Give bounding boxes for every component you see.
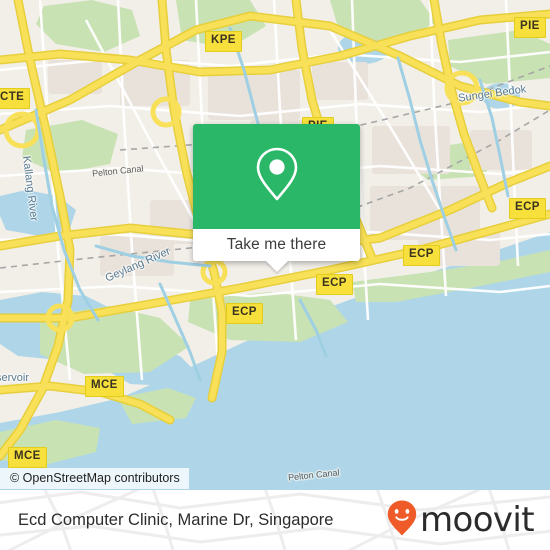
bottom-info-bar: Ecd Computer Clinic, Marine Dr, Singapor… bbox=[0, 490, 550, 550]
highway-shield-ecp-1: ECP bbox=[509, 198, 546, 219]
popup-pointer-tail bbox=[265, 261, 288, 272]
popup-pin-panel bbox=[193, 124, 360, 229]
popup-cta-panel[interactable]: Take me there bbox=[193, 229, 360, 261]
highway-shield-mce-2: MCE bbox=[8, 447, 47, 468]
highway-shield-ecp-3: ECP bbox=[316, 274, 353, 295]
moovit-wordmark: moovit bbox=[419, 500, 535, 540]
highway-shield-pie: PIE bbox=[514, 17, 546, 38]
page-title: Ecd Computer Clinic, Marine Dr, Singapor… bbox=[18, 510, 334, 529]
highway-shield-ecp-4: ECP bbox=[226, 303, 263, 324]
map-canvas[interactable]: KPE PIE PIE CTE ECP ECP ECP ECP MCE MCE … bbox=[0, 0, 550, 490]
moovit-logo[interactable]: moovit bbox=[386, 499, 535, 542]
map-pin-icon bbox=[254, 146, 300, 207]
take-me-there-label: Take me there bbox=[226, 236, 327, 253]
highway-shield-mce-1: MCE bbox=[85, 376, 124, 397]
moovit-map-page: KPE PIE PIE CTE ECP ECP ECP ECP MCE MCE … bbox=[0, 0, 550, 550]
highway-shield-kpe: KPE bbox=[205, 31, 242, 52]
destination-popup-card[interactable]: Take me there bbox=[193, 124, 360, 272]
highway-shield-cte: CTE bbox=[0, 88, 31, 109]
moovit-pin-icon bbox=[386, 499, 418, 542]
highway-shield-ecp-2: ECP bbox=[403, 245, 440, 266]
osm-attribution[interactable]: © OpenStreetMap contributors bbox=[0, 468, 189, 489]
map-label-reservoir: servoir bbox=[0, 372, 30, 384]
